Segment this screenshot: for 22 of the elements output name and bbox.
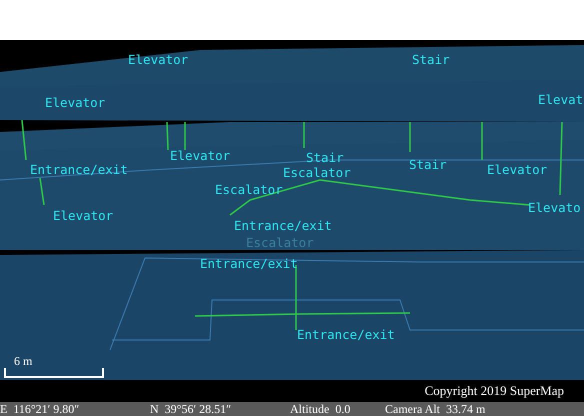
map-label: Entrance/exit [297, 327, 395, 342]
map-label: Entrance/exit [200, 256, 298, 271]
map-label: Elevator [45, 95, 106, 110]
latitude-text: N 39°56′ 28.51″ [150, 402, 232, 416]
map-label: Elevato [528, 200, 581, 215]
map-label: Elevator [487, 162, 548, 177]
map-label: Entrance/exit [234, 218, 332, 233]
copyright-text: Copyright 2019 SuperMap [424, 383, 564, 399]
map-label: Escalator [215, 182, 283, 197]
map-label: Stair [412, 52, 450, 67]
map-label: Escalator [283, 165, 351, 180]
longitude-text: E 116°21′ 9.80″ [0, 402, 80, 416]
map-label: Elevator [53, 208, 114, 223]
altitude-text: Altitude 0.0 [290, 402, 352, 416]
map-label: Elevator [170, 148, 230, 163]
map-label: Entrance/exit [30, 162, 128, 177]
map-label: Elevat [538, 92, 584, 107]
map-label: Stair [306, 150, 344, 165]
map-label: Elevator [128, 52, 188, 67]
camera-altitude-text: Camera Alt 33.74 m [385, 402, 486, 416]
map-label: Stair [409, 157, 447, 172]
scale-label: 6 m [14, 354, 32, 368]
